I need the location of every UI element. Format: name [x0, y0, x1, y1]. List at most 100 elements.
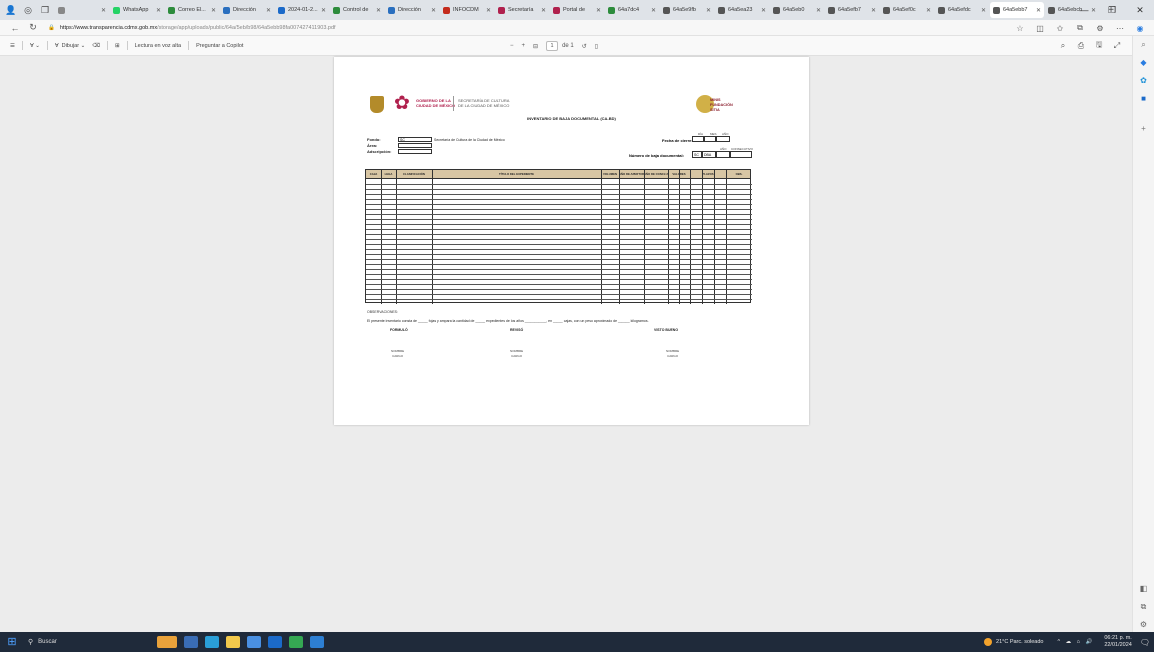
- browser-tab[interactable]: Dirección ✕: [385, 2, 439, 18]
- weather-text[interactable]: 21°C Parc. soleado: [996, 639, 1043, 645]
- draw-button[interactable]: ∀ Dibujar ⌄: [55, 43, 85, 49]
- browser-tab[interactable]: 64a5e9fb ✕: [660, 2, 714, 18]
- page-view-icon[interactable]: ▯: [595, 43, 598, 50]
- tab-actions-icon[interactable]: ❐: [38, 3, 52, 17]
- header-caja: CAJA: [369, 172, 378, 176]
- browser-tab[interactable]: Portal de ✕: [550, 2, 604, 18]
- browser-tab[interactable]: Secretaría ✕: [495, 2, 549, 18]
- tab-close-icon[interactable]: ✕: [541, 7, 546, 14]
- sidebar-settings-icon[interactable]: ⚙: [1137, 618, 1150, 631]
- sidebar-layout-icon[interactable]: ◧: [1137, 582, 1150, 595]
- browser-tab[interactable]: 2024-01-2... ✕: [275, 2, 329, 18]
- fit-page-icon[interactable]: ⊟: [533, 43, 538, 50]
- sig-elaboro-block: NOMBRE CARGO: [391, 349, 404, 358]
- tab-close-icon[interactable]: ✕: [376, 7, 381, 14]
- split-screen-icon[interactable]: ◫: [1030, 24, 1050, 33]
- browser-tab[interactable]: 64a7dc4 ✕: [605, 2, 659, 18]
- news-widget-icon[interactable]: [157, 636, 177, 648]
- url-field[interactable]: 🔒 https://www.transparencia.cdmx.gob.mx …: [44, 22, 764, 34]
- outlook-app-icon[interactable]: [268, 636, 282, 648]
- back-icon[interactable]: ←: [8, 23, 22, 33]
- browser-tab[interactable]: 64a5ea23 ✕: [715, 2, 769, 18]
- browser-tab[interactable]: 64a5ef0c ✕: [880, 2, 934, 18]
- tools-icon[interactable]: ✿: [1137, 74, 1150, 87]
- text-icon[interactable]: ⊞: [115, 43, 120, 49]
- tab-close-icon[interactable]: ✕: [706, 7, 711, 14]
- outlook-icon[interactable]: ■: [1137, 92, 1150, 105]
- fullscreen-icon[interactable]: ⤢: [1108, 41, 1126, 51]
- close-window-icon[interactable]: ✕: [1126, 5, 1154, 16]
- zoom-in-icon[interactable]: +: [522, 43, 526, 49]
- tab-close-icon[interactable]: ✕: [926, 7, 931, 14]
- shopping-icon[interactable]: ◆: [1137, 56, 1150, 69]
- table-row: [366, 239, 752, 240]
- clock[interactable]: 06:21 p. m. 22/01/2024: [1104, 635, 1132, 649]
- add-sidebar-app-icon[interactable]: +: [1137, 122, 1150, 135]
- browser-tab[interactable]: INFOCDM ✕: [440, 2, 494, 18]
- tab-close-icon[interactable]: ✕: [981, 7, 986, 14]
- tab-close-icon[interactable]: ✕: [761, 7, 766, 14]
- tray-icons[interactable]: ^ ☁ ⌂ 🔊: [1057, 639, 1094, 645]
- weather-icon[interactable]: [984, 638, 993, 646]
- tab-close-icon[interactable]: ✕: [156, 7, 161, 14]
- browser-tab[interactable]: ✕: [55, 2, 109, 18]
- eraser-icon[interactable]: ⌫: [92, 43, 100, 49]
- tab-close-icon[interactable]: ✕: [651, 7, 656, 14]
- tab-close-icon[interactable]: ✕: [871, 7, 876, 14]
- favorites-icon[interactable]: ✩: [1050, 24, 1070, 33]
- taskbar-search[interactable]: ⚲ Buscar: [28, 635, 98, 649]
- tab-close-icon[interactable]: ✕: [321, 7, 326, 14]
- browser-tab[interactable]: Dirección ✕: [220, 2, 274, 18]
- tab-close-icon[interactable]: ✕: [486, 7, 491, 14]
- extensions-icon[interactable]: ⚙: [1090, 24, 1110, 33]
- more-icon[interactable]: ⋯: [1110, 24, 1130, 33]
- copilot-icon[interactable]: ◉: [1130, 24, 1150, 33]
- print-icon[interactable]: ⎙: [1072, 41, 1090, 51]
- tab-close-icon[interactable]: ✕: [101, 7, 106, 14]
- zoom-out-icon[interactable]: −: [510, 43, 514, 49]
- baja-ano-box: [716, 151, 730, 158]
- tab-close-icon[interactable]: ✕: [1036, 7, 1041, 14]
- file-explorer-icon[interactable]: [226, 636, 240, 648]
- refresh-icon[interactable]: ↻: [26, 22, 40, 33]
- tab-close-icon[interactable]: ✕: [596, 7, 601, 14]
- browser-tab[interactable]: 64a5ebb7 ✕: [990, 2, 1044, 18]
- ask-copilot-button[interactable]: Preguntar a Copilot: [196, 43, 243, 49]
- external-link-icon[interactable]: ⧉: [1137, 600, 1150, 613]
- edge-app-icon[interactable]: [205, 636, 219, 648]
- browser-tab[interactable]: Control de ✕: [330, 2, 384, 18]
- browser-tab[interactable]: 64a5eb0 ✕: [770, 2, 824, 18]
- page-number-input[interactable]: 1: [546, 41, 559, 51]
- cierre-dia-box: [692, 136, 704, 142]
- store-app-icon[interactable]: [247, 636, 261, 648]
- save-icon[interactable]: 🖫: [1090, 39, 1108, 53]
- minimize-icon[interactable]: —: [1070, 5, 1098, 15]
- tab-close-icon[interactable]: ✕: [431, 7, 436, 14]
- rotate-icon[interactable]: ↺: [582, 43, 587, 50]
- chrome-app-icon[interactable]: [289, 636, 303, 648]
- browser-tab[interactable]: WhatsApp ✕: [110, 2, 164, 18]
- browser-tab[interactable]: Correo El... ✕: [165, 2, 219, 18]
- collections-icon[interactable]: ⧉: [1070, 23, 1090, 33]
- highlight-icon[interactable]: ∀ ⌄: [30, 43, 40, 49]
- browser-tab[interactable]: 64a5efdc ✕: [935, 2, 989, 18]
- task-view-icon[interactable]: [184, 636, 198, 648]
- find-icon[interactable]: ⌕: [1054, 41, 1072, 51]
- windows-start-icon[interactable]: ⊞: [4, 634, 20, 650]
- workspaces-icon[interactable]: ◎: [21, 3, 35, 17]
- restore-icon[interactable]: ❐: [1098, 5, 1126, 16]
- sig-elaboro-label: FORMULÓ: [390, 328, 408, 332]
- search-icon[interactable]: ⌕: [1137, 38, 1150, 51]
- tab-close-icon[interactable]: ✕: [211, 7, 216, 14]
- notifications-icon[interactable]: 🗨: [1140, 638, 1150, 647]
- tab-close-icon[interactable]: ✕: [816, 7, 821, 14]
- browser-tab[interactable]: 64a5efb7 ✕: [825, 2, 879, 18]
- tab-close-icon[interactable]: ✕: [266, 7, 271, 14]
- contents-icon[interactable]: ☰: [10, 43, 15, 49]
- teams-app-icon[interactable]: [310, 636, 324, 648]
- profile-icon[interactable]: 👤: [4, 3, 18, 17]
- read-aloud-button[interactable]: Lectura en voz alta: [135, 43, 181, 49]
- observaciones-label: OBSERVACIONES:: [367, 310, 398, 314]
- favorite-star-icon[interactable]: ☆: [1010, 24, 1030, 33]
- lock-icon[interactable]: 🔒: [48, 25, 55, 31]
